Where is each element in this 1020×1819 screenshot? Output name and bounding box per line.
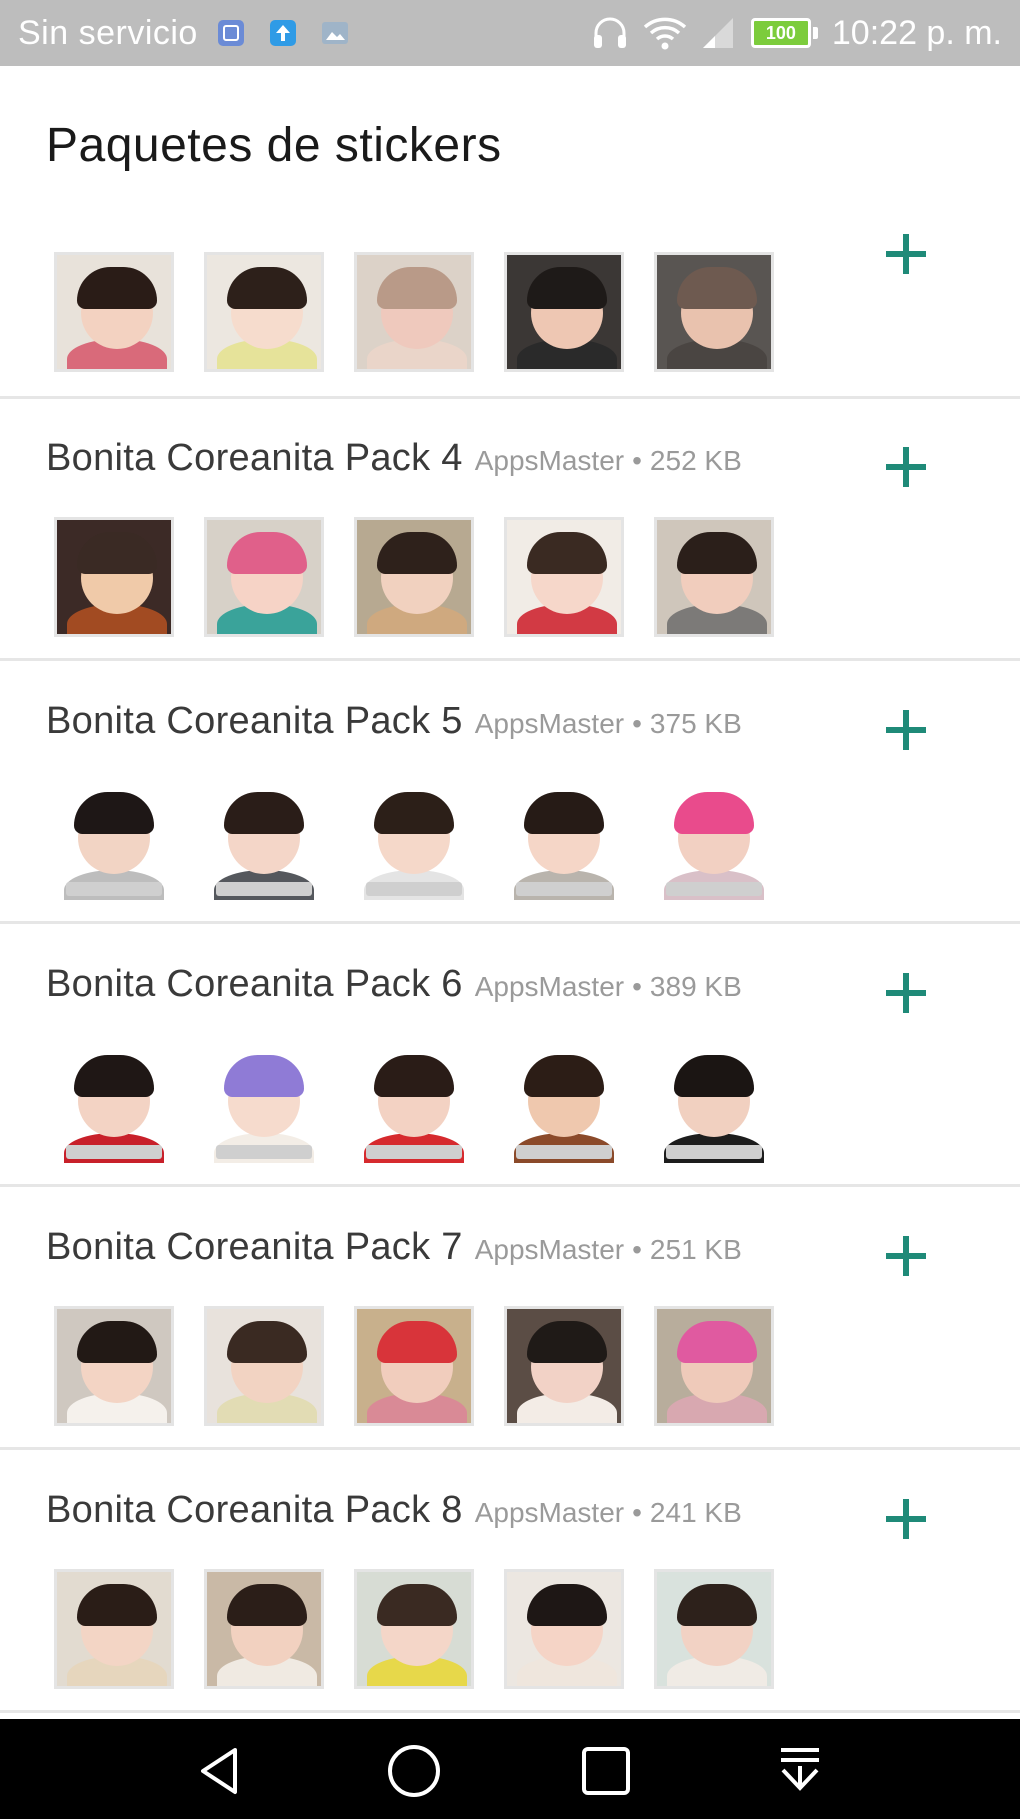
pack-size: 389 KB <box>649 971 742 1002</box>
sticker-thumbnail <box>504 517 624 637</box>
home-icon[interactable] <box>384 1741 444 1801</box>
sticker-thumbnail <box>54 1306 174 1426</box>
pack-header: Bonita Coreanita Pack 4 AppsMaster • 252 KB <box>46 437 742 480</box>
pack-author: AppsMaster <box>474 971 625 1002</box>
plus-icon <box>886 973 926 1013</box>
separator-dot: • <box>632 1497 642 1528</box>
pack-size: 252 KB <box>649 445 742 476</box>
add-pack-button[interactable] <box>876 1489 936 1549</box>
sticker-thumbnails <box>54 1043 794 1163</box>
sticker-thumbnails <box>54 517 794 637</box>
sticker-thumbnail <box>504 1306 624 1426</box>
pack-author: AppsMaster <box>474 445 625 476</box>
sticker-thumbnail <box>654 1306 774 1426</box>
plus-icon <box>886 234 926 274</box>
add-pack-button[interactable] <box>876 963 936 1023</box>
add-pack-button[interactable] <box>876 224 936 284</box>
notifications-pull-icon[interactable] <box>770 1741 830 1801</box>
pack-name: Bonita Coreanita Pack 8 <box>46 1489 463 1531</box>
sticker-thumbnail <box>504 1569 624 1689</box>
back-icon[interactable] <box>190 1741 250 1801</box>
pack-size: 375 KB <box>649 708 742 739</box>
sticker-thumbnail <box>654 1043 774 1163</box>
carrier-label: Sin servicio <box>18 13 198 52</box>
separator-dot: • <box>632 708 642 739</box>
sticker-pack-row[interactable]: Bonita Coreanita Pack 5 AppsMaster • 375 KB <box>0 662 1020 924</box>
plus-icon <box>886 1236 926 1276</box>
pack-name: Bonita Coreanita Pack 5 <box>46 700 463 742</box>
sticker-thumbnail <box>204 517 324 637</box>
sticker-thumbnail <box>654 517 774 637</box>
notification-photo-icon <box>318 16 352 50</box>
pack-header: Bonita Coreanita Pack 7 AppsMaster • 251 KB <box>46 1226 742 1269</box>
sticker-thumbnail <box>354 1569 474 1689</box>
pack-size: 241 KB <box>649 1497 742 1528</box>
headset-icon <box>591 13 629 53</box>
sticker-thumbnail <box>54 1569 174 1689</box>
pack-author: AppsMaster <box>474 708 625 739</box>
sticker-thumbnail <box>54 517 174 637</box>
sticker-thumbnail <box>654 252 774 372</box>
pack-author: AppsMaster <box>474 1497 625 1528</box>
sticker-pack-row[interactable]: Bonita Coreanita Pack 8 AppsMaster • 241 KB <box>0 1451 1020 1713</box>
sticker-thumbnail <box>654 780 774 900</box>
sticker-thumbnail <box>204 780 324 900</box>
sticker-pack-row[interactable] <box>0 200 1020 399</box>
sticker-thumbnail <box>654 1569 774 1689</box>
battery-icon: 100 <box>750 13 818 53</box>
sticker-thumbnail <box>204 1043 324 1163</box>
sticker-thumbnail <box>504 252 624 372</box>
plus-icon <box>886 1499 926 1539</box>
signal-icon <box>701 13 737 53</box>
pack-name: Bonita Coreanita Pack 4 <box>46 437 463 479</box>
pack-header: Bonita Coreanita Pack 6 AppsMaster • 389 KB <box>46 963 742 1006</box>
notification-app-icon <box>214 16 248 50</box>
wifi-icon <box>643 13 687 53</box>
recents-icon[interactable] <box>576 1741 636 1801</box>
sticker-thumbnail <box>354 780 474 900</box>
sticker-thumbnail <box>54 252 174 372</box>
sticker-thumbnails <box>54 780 794 900</box>
sticker-thumbnail <box>354 517 474 637</box>
pack-name: Bonita Coreanita Pack 7 <box>46 1226 463 1268</box>
sticker-pack-row[interactable]: Bonita Coreanita Pack 7 AppsMaster • 251 KB <box>0 1188 1020 1450</box>
sticker-thumbnail <box>354 252 474 372</box>
sticker-pack-row[interactable]: Bonita Coreanita Pack 4 AppsMaster • 252 KB <box>0 399 1020 661</box>
sticker-thumbnail <box>354 1043 474 1163</box>
sticker-thumbnail <box>504 1043 624 1163</box>
status-bar: Sin servicio 100 10:22 p. m. <box>0 0 1020 66</box>
pack-header: Bonita Coreanita Pack 8 AppsMaster • 241 KB <box>46 1489 742 1532</box>
plus-icon <box>886 710 926 750</box>
separator-dot: • <box>632 971 642 1002</box>
sticker-thumbnail <box>354 1306 474 1426</box>
pack-size: 251 KB <box>649 1234 742 1265</box>
sticker-thumbnails <box>54 1306 794 1426</box>
add-pack-button[interactable] <box>876 437 936 497</box>
separator-dot: • <box>632 445 642 476</box>
pack-author: AppsMaster <box>474 1234 625 1265</box>
sticker-thumbnail <box>204 1569 324 1689</box>
pack-name: Bonita Coreanita Pack 6 <box>46 963 463 1005</box>
sticker-thumbnail <box>54 780 174 900</box>
separator-dot: • <box>632 1234 642 1265</box>
page-title: Paquetes de stickers <box>46 119 502 172</box>
sticker-pack-row[interactable]: Bonita Coreanita Pack 6 AppsMaster • 389 KB <box>0 925 1020 1187</box>
sticker-thumbnail <box>54 1043 174 1163</box>
notification-upload-icon <box>266 16 300 50</box>
pack-header: Bonita Coreanita Pack 5 AppsMaster • 375 KB <box>46 700 742 743</box>
sticker-thumbnail <box>204 252 324 372</box>
navigation-bar <box>0 1719 1020 1819</box>
sticker-thumbnail <box>504 780 624 900</box>
plus-icon <box>886 447 926 487</box>
add-pack-button[interactable] <box>876 700 936 760</box>
sticker-thumbnails <box>54 1569 794 1689</box>
add-pack-button[interactable] <box>876 1226 936 1286</box>
clock: 10:22 p. m. <box>831 13 1002 52</box>
sticker-thumbnails <box>54 252 794 372</box>
sticker-thumbnail <box>204 1306 324 1426</box>
battery-level: 100 <box>750 18 811 48</box>
